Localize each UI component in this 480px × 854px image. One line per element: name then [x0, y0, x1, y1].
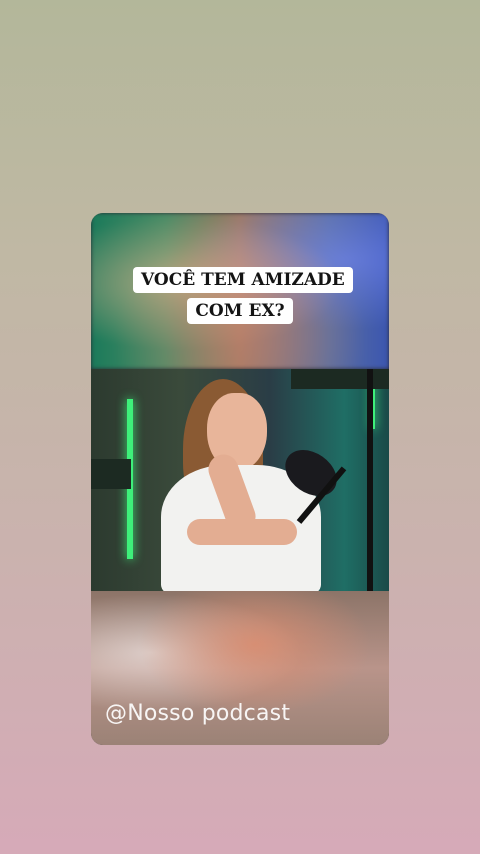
video-frame[interactable]	[91, 369, 389, 591]
watermark-text: @Nosso podcast	[105, 701, 291, 726]
caption-box: VOCÊ TEM AMIZADE COM EX?	[133, 265, 353, 327]
person-forearm	[187, 519, 297, 545]
caption-text: VOCÊ TEM AMIZADE COM EX?	[133, 267, 353, 324]
shelf-left	[91, 459, 131, 489]
microphone-stand	[367, 369, 373, 591]
video-post-card[interactable]: VOCÊ TEM AMIZADE COM EX? @Nosso podcast	[91, 213, 389, 745]
shelf-right	[291, 369, 389, 389]
